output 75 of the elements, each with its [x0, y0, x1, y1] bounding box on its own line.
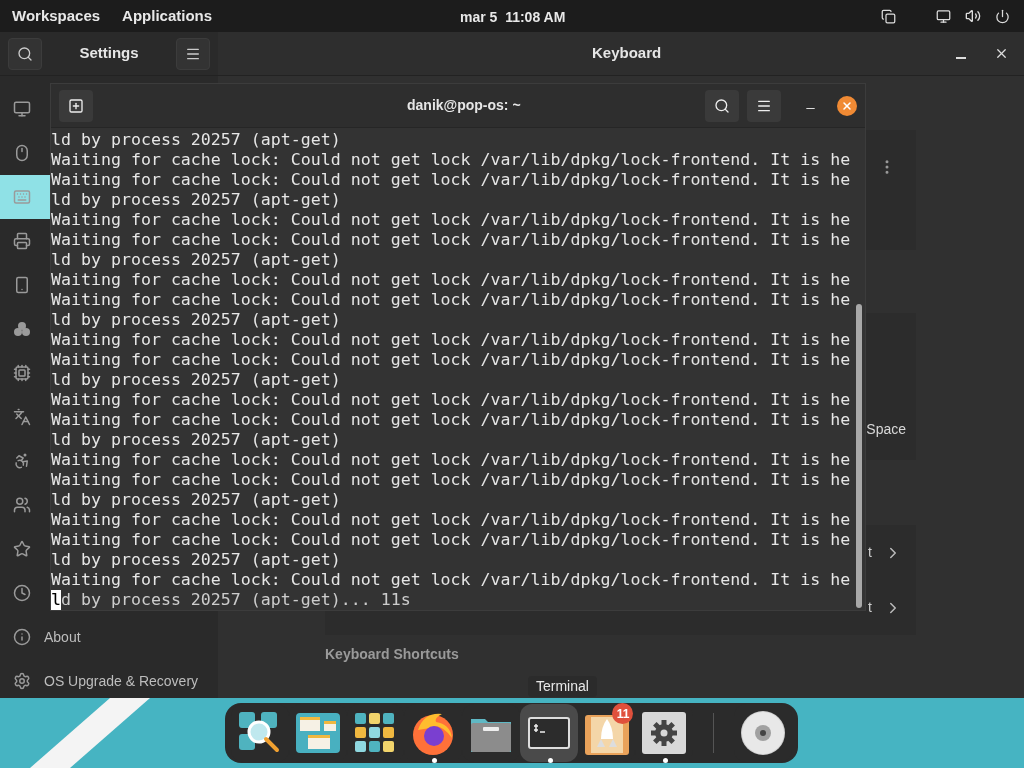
- settings-icon: [13, 672, 31, 690]
- terminal-line: Waiting for cache lock: Could not get lock /var/lib/dpkg/lock-frontend. It is he: [51, 510, 851, 530]
- new-tab-button[interactable]: [59, 89, 93, 122]
- clock[interactable]: mar 5 11:08 AM: [460, 7, 566, 28]
- language-icon: [13, 408, 31, 426]
- info-icon: [13, 628, 31, 646]
- terminal-line: Waiting for cache lock: Could not get lock /var/lib/dpkg/lock-frontend. It is he: [51, 170, 851, 190]
- accessibility-icon: [13, 452, 31, 470]
- star-icon: [13, 540, 31, 558]
- terminal-line: ld by process 20257 (apt-get): [51, 370, 341, 390]
- key-label: Space: [866, 420, 906, 439]
- volume-icon[interactable]: [965, 8, 981, 24]
- search-icon: [714, 97, 730, 114]
- terminal-line: Waiting for cache lock: Could not get lock /var/lib/dpkg/lock-frontend. It is he: [51, 150, 851, 170]
- window-title: Settings: [79, 43, 139, 64]
- terminal-line: ld by process 20257 (apt-get): [51, 250, 341, 270]
- chip-icon: [13, 364, 31, 382]
- terminal-line: ld by process 20257 (apt-get): [51, 190, 341, 210]
- notification-badge: 11: [612, 703, 634, 724]
- terminal-line: ld by process 20257 (apt-get): [51, 430, 341, 450]
- add-tab-icon: [68, 97, 84, 114]
- mouse-icon: [13, 144, 31, 162]
- terminal-line: Waiting for cache lock: Could not get lock /var/lib/dpkg/lock-frontend. It is he: [51, 350, 851, 370]
- page-title: Keyboard: [592, 43, 662, 64]
- top-bar-menu[interactable]: Applications: [122, 4, 213, 28]
- sidebar-label: About: [44, 627, 81, 647]
- search-icon: [17, 45, 33, 62]
- dock-item[interactable]: [519, 704, 578, 762]
- terminal-line: ld by process 20257 (apt-get): [51, 550, 341, 570]
- top-bar-menu[interactable]: Workspaces: [12, 4, 101, 28]
- terminal-line: Waiting for cache lock: Could not get lock /var/lib/dpkg/lock-frontend. It is he: [51, 230, 851, 250]
- keyboard-icon: [13, 188, 31, 206]
- phone-icon: [13, 276, 31, 294]
- terminal-line: Waiting for cache lock: Could not get lock /var/lib/dpkg/lock-frontend. It is he: [51, 410, 851, 430]
- terminal-line: Waiting for cache lock: Could not get lock /var/lib/dpkg/lock-frontend. It is he: [51, 270, 851, 290]
- windows-icon[interactable]: [881, 8, 896, 24]
- terminal-line: ld by process 20257 (apt-get): [51, 310, 341, 330]
- terminal-line: Waiting for cache lock: Could not get lock /var/lib/dpkg/lock-frontend. It is he: [51, 290, 851, 310]
- menu-button[interactable]: [176, 37, 210, 70]
- users-icon: [13, 496, 31, 514]
- row-value: t: [868, 598, 872, 617]
- terminal-line: ld by process 20257 (apt-get): [51, 490, 341, 510]
- gear-icon: [642, 712, 687, 754]
- terminal-icon: [527, 717, 570, 749]
- disc-icon: [740, 710, 787, 756]
- tooltip: Terminal: [528, 676, 597, 697]
- windows-icon: [295, 713, 340, 753]
- search-button[interactable]: [8, 37, 42, 70]
- minimize-icon: [956, 56, 966, 59]
- screen-icon[interactable]: [936, 8, 951, 24]
- menu-button[interactable]: [747, 89, 781, 122]
- window-title: danik@pop-os: ~: [407, 96, 521, 115]
- terminal-line: Waiting for cache lock: Could not get lock /var/lib/dpkg/lock-frontend. It is he: [51, 330, 851, 350]
- power-icon[interactable]: [995, 8, 1010, 24]
- circles-icon: [13, 320, 31, 338]
- terminal-line: Waiting for cache lock: Could not get lock /var/lib/dpkg/lock-frontend. It is he: [51, 570, 851, 590]
- sidebar-item[interactable]: About: [0, 615, 218, 659]
- app-grid-icon: [355, 713, 396, 753]
- printer-icon: [13, 232, 31, 250]
- terminal-line: Waiting for cache lock: Could not get lock /var/lib/dpkg/lock-frontend. It is he: [51, 210, 851, 230]
- clock-icon: [13, 584, 31, 602]
- terminal-line: Waiting for cache lock: Could not get lock /var/lib/dpkg/lock-frontend. It is he: [51, 530, 851, 550]
- sidebar-label: OS Upgrade & Recovery: [44, 671, 199, 691]
- sidebar-item[interactable]: OS Upgrade & Recovery: [0, 659, 218, 698]
- scrollbar[interactable]: [856, 304, 862, 608]
- terminal-line: Waiting for cache lock: Could not get lock /var/lib/dpkg/lock-frontend. It is he: [51, 470, 851, 490]
- terminal-line: Waiting for cache lock: Could not get lock /var/lib/dpkg/lock-frontend. It is he: [51, 390, 851, 410]
- terminal-line: Waiting for cache lock: Could not get lock /var/lib/dpkg/lock-frontend. It is he: [51, 450, 851, 470]
- terminal-line: ld by process 20257 (apt-get): [51, 130, 341, 150]
- close-icon: [841, 99, 853, 112]
- row-value: t: [868, 543, 872, 562]
- search-button[interactable]: [705, 89, 739, 122]
- section-heading: Keyboard Shortcuts: [325, 645, 460, 664]
- monitor-icon: [13, 100, 31, 118]
- close-button[interactable]: [837, 95, 857, 116]
